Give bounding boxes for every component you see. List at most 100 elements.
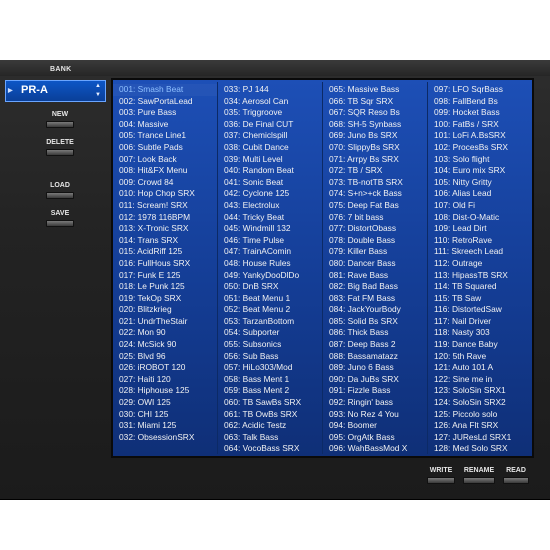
save-button[interactable]: SAVE <box>45 209 75 227</box>
patch-item[interactable]: 095: OrgAtk Bass <box>323 432 427 444</box>
patch-item[interactable]: 085: Solid Bs SRX <box>323 316 427 328</box>
patch-item[interactable]: 005: Trance Line1 <box>113 130 217 142</box>
patch-item[interactable]: 043: Electrolux <box>218 200 322 212</box>
patch-item[interactable]: 044: Tricky Beat <box>218 212 322 224</box>
patch-item[interactable]: 003: Pure Bass <box>113 107 217 119</box>
delete-button-cap[interactable] <box>46 149 74 156</box>
read-button[interactable]: READ <box>502 466 530 484</box>
patch-item[interactable]: 112: Outrage <box>428 258 532 270</box>
patch-item[interactable]: 046: Time Pulse <box>218 235 322 247</box>
patch-item[interactable]: 110: RetroRave <box>428 235 532 247</box>
patch-item[interactable]: 122: Sine me in <box>428 374 532 386</box>
patch-item[interactable]: 012: 1978 116BPM <box>113 212 217 224</box>
save-button-cap[interactable] <box>46 220 74 227</box>
patch-item[interactable]: 079: Killer Bass <box>323 246 427 258</box>
patch-item[interactable]: 101: LoFi A.BsSRX <box>428 130 532 142</box>
patch-item[interactable]: 127: JUResLd SRX1 <box>428 432 532 444</box>
patch-item[interactable]: 078: Double Bass <box>323 235 427 247</box>
patch-item[interactable]: 010: Hop Chop SRX <box>113 188 217 200</box>
rename-button-cap[interactable] <box>463 477 495 484</box>
patch-item[interactable]: 067: SQR Reso Bs <box>323 107 427 119</box>
patch-item[interactable]: 128: Med Solo SRX <box>428 443 532 455</box>
arrow-down-icon[interactable]: ▼ <box>93 91 103 100</box>
patch-item[interactable]: 119: Dance Baby <box>428 339 532 351</box>
write-button-cap[interactable] <box>427 477 455 484</box>
patch-item[interactable]: 084: JackYourBody <box>323 304 427 316</box>
patch-item[interactable]: 009: Crowd 84 <box>113 177 217 189</box>
patch-item[interactable]: 098: FallBend Bs <box>428 96 532 108</box>
patch-item[interactable]: 120: 5th Rave <box>428 351 532 363</box>
patch-item[interactable]: 025: Blvd 96 <box>113 351 217 363</box>
patch-item[interactable]: 002: SawPortaLead <box>113 96 217 108</box>
patch-item[interactable]: 064: VocoBass SRX <box>218 443 322 455</box>
patch-item[interactable]: 011: Scream! SRX <box>113 200 217 212</box>
patch-item[interactable]: 042: Cyclone 125 <box>218 188 322 200</box>
patch-item[interactable]: 089: Juno 6 Bass <box>323 362 427 374</box>
patch-item[interactable]: 052: Beat Menu 2 <box>218 304 322 316</box>
patch-item[interactable]: 075: Deep Fat Bas <box>323 200 427 212</box>
patch-item[interactable]: 063: Talk Bass <box>218 432 322 444</box>
patch-item[interactable]: 006: Subtle Pads <box>113 142 217 154</box>
arrow-up-icon[interactable]: ▲ <box>93 82 103 91</box>
patch-item[interactable]: 013: X-Tronic SRX <box>113 223 217 235</box>
patch-item[interactable]: 026: iROBOT 120 <box>113 362 217 374</box>
patch-item[interactable]: 108: Dist-O-Matic <box>428 212 532 224</box>
new-button-cap[interactable] <box>46 121 74 128</box>
patch-item[interactable]: 038: Cubit Dance <box>218 142 322 154</box>
patch-item[interactable]: 018: Le Punk 125 <box>113 281 217 293</box>
patch-item[interactable]: 027: Haiti 120 <box>113 374 217 386</box>
patch-item[interactable]: 004: Massive <box>113 119 217 131</box>
patch-item[interactable]: 125: Piccolo solo <box>428 409 532 421</box>
patch-item[interactable]: 040: Random Beat <box>218 165 322 177</box>
patch-item[interactable]: 033: PJ 144 <box>218 84 322 96</box>
patch-item[interactable]: 071: Arrpy Bs SRX <box>323 154 427 166</box>
patch-item[interactable]: 091: Fizzle Bass <box>323 385 427 397</box>
patch-item[interactable]: 059: Bass Ment 2 <box>218 385 322 397</box>
patch-item[interactable]: 014: Trans SRX <box>113 235 217 247</box>
patch-item[interactable]: 039: Multi Level <box>218 154 322 166</box>
patch-item[interactable]: 020: Blitzkrieg <box>113 304 217 316</box>
patch-item[interactable]: 015: AcidRiff 125 <box>113 246 217 258</box>
patch-item[interactable]: 087: Deep Bass 2 <box>323 339 427 351</box>
patch-item[interactable]: 035: Triggroove <box>218 107 322 119</box>
patch-item[interactable]: 001: Smash Beat <box>113 84 217 96</box>
patch-item[interactable]: 123: SoloSin SRX1 <box>428 385 532 397</box>
patch-item[interactable]: 107: Old Fi <box>428 200 532 212</box>
patch-item[interactable]: 022: Mon 90 <box>113 327 217 339</box>
patch-item[interactable]: 055: Subsonics <box>218 339 322 351</box>
patch-item[interactable]: 050: DnB SRX <box>218 281 322 293</box>
patch-item[interactable]: 093: No Rez 4 You <box>323 409 427 421</box>
patch-item[interactable]: 048: House Rules <box>218 258 322 270</box>
bank-selector[interactable]: ▶ PR-A ▲ ▼ <box>5 80 106 102</box>
patch-item[interactable]: 041: Sonic Beat <box>218 177 322 189</box>
patch-item[interactable]: 053: TarzanBottom <box>218 316 322 328</box>
patch-item[interactable]: 061: TB OwBs SRX <box>218 409 322 421</box>
patch-item[interactable]: 076: 7 bit bass <box>323 212 427 224</box>
patch-item[interactable]: 032: ObsessionSRX <box>113 432 217 444</box>
patch-item[interactable]: 097: LFO SqrBass <box>428 84 532 96</box>
patch-item[interactable]: 099: Hocket Bass <box>428 107 532 119</box>
patch-item[interactable]: 047: TrainAComin <box>218 246 322 258</box>
patch-item[interactable]: 065: Massive Bass <box>323 84 427 96</box>
write-button[interactable]: WRITE <box>426 466 456 484</box>
patch-item[interactable]: 034: Aerosol Can <box>218 96 322 108</box>
patch-item[interactable]: 054: Subporter <box>218 327 322 339</box>
patch-item[interactable]: 115: TB Saw <box>428 293 532 305</box>
patch-item[interactable]: 082: Big Bad Bass <box>323 281 427 293</box>
patch-item[interactable]: 094: Boomer <box>323 420 427 432</box>
delete-button[interactable]: DELETE <box>45 138 75 156</box>
patch-item[interactable]: 121: Auto 101 A <box>428 362 532 374</box>
patch-item[interactable]: 062: Acidic Testz <box>218 420 322 432</box>
patch-item[interactable]: 069: Juno Bs SRX <box>323 130 427 142</box>
load-button[interactable]: LOAD <box>45 181 75 199</box>
patch-item[interactable]: 124: SoloSin SRX2 <box>428 397 532 409</box>
patch-item[interactable]: 103: Solo flight <box>428 154 532 166</box>
patch-item[interactable]: 068: SH-5 Synbass <box>323 119 427 131</box>
patch-item[interactable]: 105: Nitty Gritty <box>428 177 532 189</box>
patch-item[interactable]: 109: Lead Dirt <box>428 223 532 235</box>
patch-item[interactable]: 096: WahBassMod X <box>323 443 427 455</box>
patch-item[interactable]: 017: Funk E 125 <box>113 270 217 282</box>
patch-item[interactable]: 036: De Final CUT <box>218 119 322 131</box>
patch-item[interactable]: 080: Dancer Bass <box>323 258 427 270</box>
patch-item[interactable]: 030: CHI 125 <box>113 409 217 421</box>
